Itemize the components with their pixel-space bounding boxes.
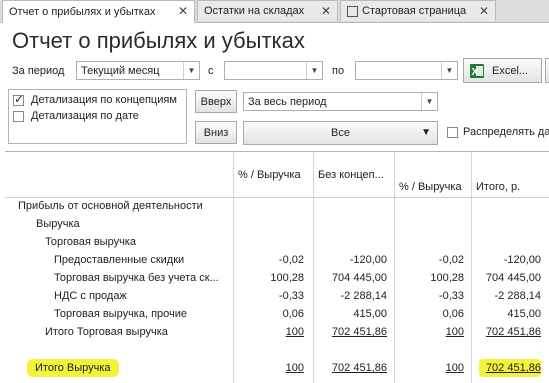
chevron-down-icon: ▼ — [441, 62, 457, 79]
svg-text:X: X — [472, 67, 479, 78]
chevron-down-icon: ▼ — [421, 93, 437, 110]
date-label: Детализация по дате — [31, 110, 139, 122]
date-checkbox[interactable] — [13, 111, 24, 122]
cell-value: -120,00 — [349, 254, 387, 266]
tab-label: Стартовая страница — [362, 5, 467, 17]
chevron-down-icon: ▼ — [421, 127, 431, 138]
cell-value: -0,33 — [278, 290, 304, 302]
range-select[interactable]: За весь период ▼ — [243, 92, 438, 111]
tab-label: Остатки на складах — [204, 5, 305, 17]
column-header[interactable]: Без концеп... — [318, 166, 384, 184]
report-table: % / Выручка Без концеп... % / Выручка Ит… — [5, 151, 549, 383]
excel-icon: X — [470, 63, 484, 78]
cell-value: -0,33 — [438, 290, 464, 302]
cell-value: 415,00 — [353, 308, 387, 320]
detail-options-group: ✓ Детализация по концепциям Детализация … — [8, 89, 187, 144]
cell-value: 415,00 — [507, 308, 541, 320]
excel-label: Excel... — [492, 64, 529, 77]
period-label: За период — [12, 65, 65, 77]
cell-link[interactable]: 100 — [233, 323, 304, 341]
tab-label: Отчет о прибылях и убытках — [9, 6, 156, 18]
tab-profit-loss[interactable]: Отчет о прибылях и убытках ✕ — [2, 0, 195, 23]
row-label: Торговая выручка — [45, 236, 136, 248]
close-icon[interactable]: ✕ — [321, 4, 331, 18]
excel-button[interactable]: X Excel... — [463, 58, 542, 83]
group-select[interactable]: Все ▼ — [243, 121, 438, 145]
period-value: Текущий месяц — [81, 65, 160, 77]
cell-value: 100,28 — [270, 272, 304, 284]
from-label: с — [208, 65, 214, 77]
to-date-field[interactable]: ▼ — [355, 61, 458, 80]
cell-value: -2 288,14 — [494, 290, 541, 302]
from-date-field[interactable]: ▼ — [224, 61, 323, 80]
row-label: Торговая выручка без учета ск... — [54, 272, 219, 284]
tab-bar: Отчет о прибылях и убытках ✕ Остатки на … — [0, 0, 549, 23]
close-icon[interactable]: ✕ — [178, 4, 188, 18]
cell-link[interactable]: 702 451,86 — [313, 359, 387, 377]
period-select[interactable]: Текущий месяц ▼ — [76, 61, 200, 80]
concepts-checkbox[interactable]: ✓ — [13, 92, 25, 106]
cell-link[interactable]: 100 — [394, 359, 464, 377]
close-icon[interactable]: ✕ — [479, 4, 489, 18]
cell-link[interactable]: 702 451,86 — [313, 323, 387, 341]
chevron-down-icon: ▼ — [306, 62, 322, 79]
cell-value: -0,02 — [438, 254, 464, 266]
cell-value: 704 445,00 — [485, 272, 541, 284]
cell-link[interactable]: 100 — [394, 323, 464, 341]
tab-start-page[interactable]: Стартовая страница ✕ — [340, 0, 496, 21]
to-label: по — [332, 65, 345, 77]
tab-stock[interactable]: Остатки на складах ✕ — [197, 0, 338, 21]
column-header[interactable]: % / Выручка — [238, 166, 301, 184]
check-icon: ✓ — [14, 92, 25, 106]
cell-value: -2 288,14 — [340, 290, 387, 302]
range-value: За весь период — [248, 96, 327, 108]
column-header[interactable]: Итого, р. — [476, 178, 520, 196]
cell-link[interactable]: 702 451,86 — [479, 359, 541, 377]
cell-link[interactable]: 702 451,86 — [471, 323, 541, 341]
home-icon — [347, 5, 358, 17]
chevron-down-icon: ▼ — [183, 62, 199, 79]
cell-value: 0,06 — [282, 308, 304, 320]
row-label: Итого Торговая выручка — [45, 326, 168, 338]
cell-value: -0,02 — [278, 254, 304, 266]
cell-value: 0,06 — [442, 308, 464, 320]
down-button[interactable]: Вниз — [195, 121, 237, 144]
distribute-label: Распределять да — [463, 126, 549, 138]
cell-value: 704 445,00 — [331, 272, 387, 284]
row-label: Итого Выручка — [27, 359, 119, 377]
row-label: Прибыль от основной деятельности — [18, 200, 203, 212]
cell-link[interactable]: 100 — [233, 359, 304, 377]
page-title: Отчет о прибылях и убытках — [12, 28, 305, 53]
row-label: Предоставленные скидки — [54, 254, 185, 266]
cell-value: 100,28 — [430, 272, 464, 284]
distribute-checkbox[interactable] — [447, 127, 458, 138]
cell-value: -120,00 — [503, 254, 541, 266]
extra-button[interactable] — [545, 58, 549, 83]
row-label: НДС с продаж — [54, 290, 127, 302]
row-label: Выручка — [36, 218, 80, 230]
up-button[interactable]: Вверх — [195, 90, 237, 113]
group-value: Все — [331, 127, 350, 139]
column-header[interactable]: % / Выручка — [399, 178, 462, 196]
row-label: Торговая выручка, прочие — [54, 308, 188, 320]
concepts-label: Детализация по концепциям — [31, 94, 177, 106]
